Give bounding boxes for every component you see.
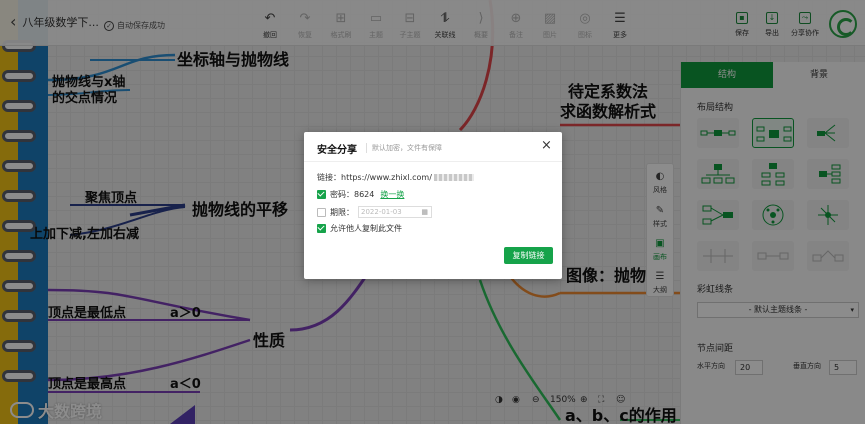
expiry-date-input[interactable]: 2022-01-03 ▦: [358, 206, 432, 218]
copy-link-button[interactable]: 复制链接: [504, 247, 553, 264]
blurred-link-suffix: [433, 174, 474, 181]
calendar-icon: ▦: [421, 208, 428, 216]
password-row: 密码： 8624 换一换: [317, 189, 404, 200]
secure-share-dialog: 安全分享 默认加密，文件有保障 × 链接： https://www.zhixl.…: [304, 132, 562, 279]
password-value: 8624: [354, 190, 375, 199]
dialog-subtitle: 默认加密，文件有保障: [366, 143, 442, 153]
dialog-divider: [304, 161, 562, 162]
expiry-checkbox[interactable]: [317, 207, 326, 217]
allow-copy-checkbox[interactable]: [317, 224, 326, 233]
password-checkbox[interactable]: [317, 190, 326, 199]
expiry-row: 期限： 2022-01-03 ▦: [317, 206, 432, 218]
change-password-link[interactable]: 换一换: [380, 189, 404, 200]
close-icon[interactable]: ×: [541, 139, 552, 152]
allow-copy-row: 允许他人复制此文件: [317, 223, 402, 234]
link-row: 链接： https://www.zhixl.com/: [317, 172, 474, 183]
share-link[interactable]: https://www.zhixl.com/: [341, 173, 432, 182]
dialog-title: 安全分享: [317, 145, 357, 156]
